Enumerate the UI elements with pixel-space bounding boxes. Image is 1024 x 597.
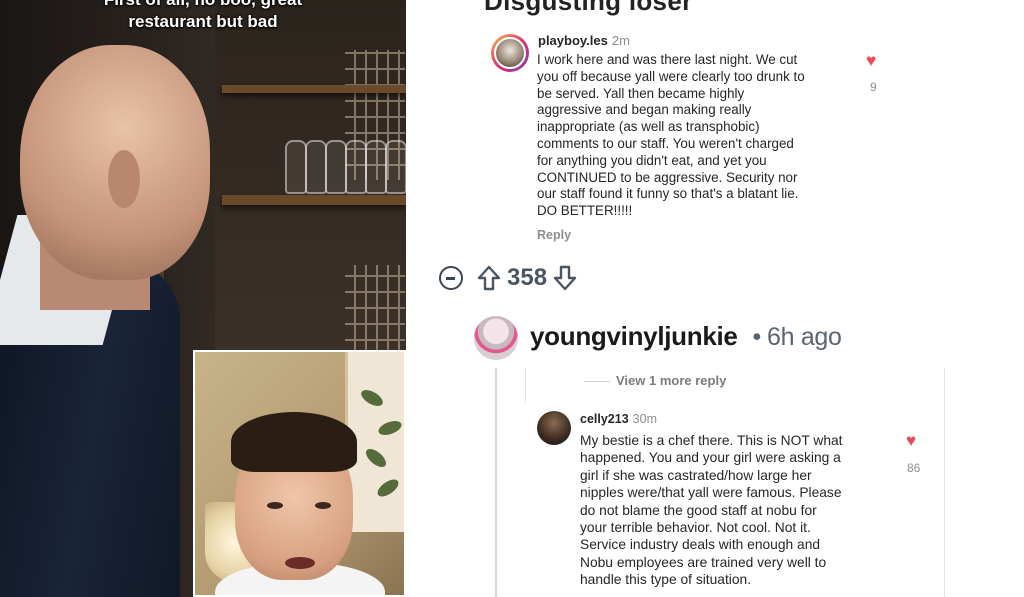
creator-eye <box>315 502 331 509</box>
playboy-avatar[interactable] <box>491 34 529 72</box>
reddit-time: 6h ago <box>766 323 842 351</box>
frame-border <box>944 368 945 597</box>
picture-in-picture-video[interactable] <box>193 350 406 597</box>
thread-line[interactable] <box>495 368 497 597</box>
vote-row: 358 <box>439 258 577 298</box>
collapse-thread-icon[interactable] <box>439 266 463 290</box>
shelf <box>222 195 406 205</box>
downvote-arrow-icon[interactable] <box>553 265 577 291</box>
shelf <box>222 85 406 93</box>
glass <box>305 140 327 194</box>
comment-2-time: 30m <box>632 412 657 426</box>
comments-panel: Disgusting loser playboy.les 2m I work he… <box>406 0 1024 597</box>
reply-button[interactable]: Reply <box>537 228 571 242</box>
comment-1-username[interactable]: playboy.les <box>538 33 608 48</box>
reddit-separator: • <box>752 323 762 351</box>
comment-1-time: 2m <box>611 33 630 48</box>
reddit-username[interactable]: youngvinyljunkie <box>530 321 738 351</box>
comment-2-header: celly213 30m <box>580 412 657 426</box>
glass <box>345 140 367 194</box>
creator-eye <box>267 502 283 509</box>
thread-line <box>525 368 526 403</box>
upvote-arrow-icon[interactable] <box>477 265 501 291</box>
celly-avatar[interactable] <box>537 411 571 445</box>
view-more-rule <box>584 381 610 382</box>
man-ear <box>108 150 140 208</box>
caption-line-1: First of all, no boo, great <box>0 0 406 11</box>
vote-count: 358 <box>507 264 548 291</box>
comment-2-like-count: 86 <box>907 461 921 475</box>
view-more-replies-button[interactable]: View 1 more reply <box>616 373 726 388</box>
glass <box>385 140 406 194</box>
heart-icon[interactable]: ♥ <box>866 52 876 69</box>
caption-line-2: restaurant but bad <box>128 12 278 31</box>
comment-1-like-count: 9 <box>870 80 877 94</box>
comment-1-header: playboy.les 2m <box>538 33 630 48</box>
youngvinyljunkie-avatar[interactable] <box>474 316 518 360</box>
reddit-comment-header: youngvinyljunkie • 6h ago <box>530 321 842 352</box>
heart-icon[interactable]: ♥ <box>906 432 916 449</box>
comment-2-username[interactable]: celly213 <box>580 412 629 426</box>
video-caption: First of all, no boo, great restaurant b… <box>0 0 406 33</box>
comment-heading: Disgusting loser <box>484 0 693 16</box>
wine-rack <box>345 265 405 355</box>
creator-mouth <box>285 557 315 569</box>
glass <box>325 140 347 194</box>
creator-hair <box>231 412 357 472</box>
glass <box>285 140 307 194</box>
glass <box>365 140 387 194</box>
video-panel[interactable]: First of all, no boo, great restaurant b… <box>0 0 406 597</box>
comment-2-text: My bestie is a chef there. This is NOT w… <box>580 433 843 588</box>
comment-1-text: I work here and was there last night. We… <box>537 52 805 219</box>
